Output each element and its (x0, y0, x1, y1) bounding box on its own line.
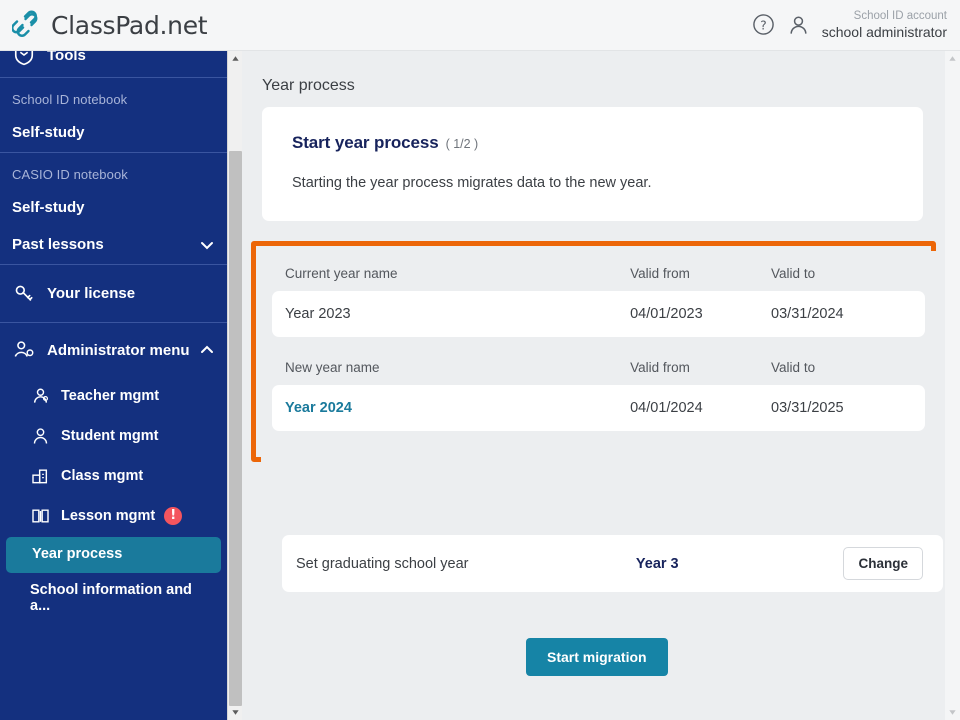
class-building-icon (30, 466, 51, 486)
current-year-valid-to: 03/31/2024 (771, 306, 844, 322)
new-year-valid-from: 04/01/2024 (630, 400, 703, 416)
alert-badge-icon: ! (164, 507, 183, 525)
sidebar-section-tools: Tools (0, 51, 227, 78)
app-logo[interactable]: ClassPad.net (0, 10, 208, 40)
user-icon[interactable] (787, 13, 810, 37)
sidebar-item-label: Your license (47, 284, 136, 302)
sidebar-item-student-mgmt[interactable]: Student mgmt (0, 417, 227, 457)
graduating-year-label: Set graduating school year (296, 555, 469, 572)
sidebar-section-license: Your license (0, 265, 227, 323)
sidebar-item-past-lessons[interactable]: Past lessons (0, 227, 227, 264)
table-row: Year 2024 04/01/2024 03/31/2025 (272, 385, 925, 431)
column-header-valid-from: Valid from (630, 360, 690, 375)
sidebar-item-label: Tools (47, 51, 86, 64)
sidebar-item-teacher-mgmt[interactable]: Teacher mgmt (0, 377, 227, 417)
scroll-up-arrow-icon[interactable] (228, 51, 243, 66)
change-button[interactable]: Change (843, 547, 923, 580)
intro-step-counter: ( 1/2 ) (445, 137, 479, 151)
sidebar-item-label: Self-study (12, 124, 85, 141)
sidebar-item-self-study-casio[interactable]: Self-study (0, 190, 227, 227)
chevron-up-icon (199, 342, 215, 358)
sidebar-item-your-license[interactable]: Your license (0, 265, 227, 322)
help-circle-icon[interactable]: ? (752, 13, 775, 36)
table-row: Year 2023 04/01/2023 03/31/2024 (272, 291, 925, 337)
sidebar-item-school-information[interactable]: School information and a... (0, 573, 227, 625)
sidebar-scrollbar[interactable] (227, 51, 242, 720)
sidebar-item-class-mgmt[interactable]: Class mgmt (0, 457, 227, 497)
student-icon (30, 426, 51, 446)
book-icon (30, 506, 51, 526)
sidebar-item-label: Student mgmt (61, 428, 159, 444)
scroll-up-arrow-icon[interactable] (945, 51, 960, 66)
sidebar-item-tools[interactable]: Tools (0, 51, 227, 77)
sidebar-item-label: Year process (32, 546, 123, 562)
new-year-valid-to: 03/31/2025 (771, 400, 844, 416)
key-icon (12, 282, 36, 304)
header-right-group: ? School ID account school administrator (752, 10, 960, 40)
year-table-panel: Current year name Valid from Valid to Ye… (261, 251, 936, 462)
sidebar: Tools School ID notebook Self-study CASI… (0, 51, 227, 720)
teacher-icon (30, 386, 51, 406)
account-info[interactable]: School ID account school administrator (822, 10, 947, 40)
scroll-down-arrow-icon[interactable] (945, 705, 960, 720)
app-root: ClassPad.net ? School ID account school … (0, 0, 960, 720)
column-header-valid-to: Valid to (771, 266, 816, 281)
logo-text: ClassPad.net (51, 10, 208, 40)
svg-text:?: ? (760, 18, 767, 33)
sidebar-section-school-id: School ID notebook Self-study (0, 78, 227, 153)
intro-title-row: Start year process ( 1/2 ) (292, 133, 893, 153)
sidebar-section-heading: School ID notebook (12, 92, 128, 107)
top-header: ClassPad.net ? School ID account school … (0, 0, 960, 51)
new-year-header-row: New year name Valid from Valid to (272, 356, 925, 385)
graduating-year-card: Set graduating school year Year 3 Change (282, 535, 943, 592)
intro-title: Start year process (292, 133, 439, 152)
page-title: Year process (262, 77, 355, 94)
current-year-name: Year 2023 (285, 306, 351, 322)
sidebar-section-heading: CASIO ID notebook (12, 167, 128, 182)
sidebar-item-administrator-menu[interactable]: Administrator menu (0, 323, 227, 377)
account-role-label: School ID account (853, 9, 947, 22)
column-header-new-year-name: New year name (285, 360, 380, 375)
highlight-annotation-box: Current year name Valid from Valid to Ye… (251, 241, 936, 462)
chevron-down-icon (199, 237, 215, 253)
sidebar-item-label: Class mgmt (61, 468, 144, 484)
tools-shield-icon (12, 51, 36, 66)
column-header-valid-from: Valid from (630, 266, 690, 281)
column-header-valid-to: Valid to (771, 360, 816, 375)
admin-user-gear-icon (12, 339, 36, 361)
graduating-year-value: Year 3 (635, 555, 679, 572)
start-year-process-card: Start year process ( 1/2 ) Starting the … (262, 107, 923, 221)
main-content: Year process Start year process ( 1/2 ) … (242, 51, 945, 720)
chain-link-icon (11, 10, 42, 40)
content-scrollbar[interactable] (945, 51, 960, 720)
sidebar-item-label: Lesson mgmt (61, 508, 156, 524)
account-name: school administrator (821, 23, 947, 40)
sidebar-item-label: School information and a... (30, 582, 192, 614)
sidebar-scrollbar-thumb[interactable] (229, 151, 242, 706)
sidebar-item-self-study-school[interactable]: Self-study (0, 115, 227, 152)
start-migration-button[interactable]: Start migration (526, 638, 668, 676)
scroll-down-arrow-icon[interactable] (228, 705, 243, 720)
current-year-valid-from: 04/01/2023 (630, 306, 703, 322)
new-year-name-link[interactable]: Year 2024 (285, 400, 630, 416)
intro-description: Starting the year process migrates data … (292, 175, 652, 191)
column-header-current-year-name: Current year name (285, 266, 398, 281)
current-year-header-row: Current year name Valid from Valid to (272, 262, 925, 291)
sidebar-section-casio-id: CASIO ID notebook Self-study Past lesson… (0, 153, 227, 265)
table-spacer (272, 337, 925, 356)
sidebar-item-year-process[interactable]: Year process (6, 537, 221, 573)
sidebar-section-admin: Administrator menu Teacher mgmt Student … (0, 323, 227, 625)
sidebar-item-label: Teacher mgmt (61, 388, 160, 404)
sidebar-item-label: Administrator menu (47, 341, 190, 359)
sidebar-item-lesson-mgmt[interactable]: Lesson mgmt ! (0, 497, 227, 537)
sidebar-item-label: Past lessons (12, 236, 104, 253)
sidebar-item-label: Self-study (12, 199, 85, 216)
